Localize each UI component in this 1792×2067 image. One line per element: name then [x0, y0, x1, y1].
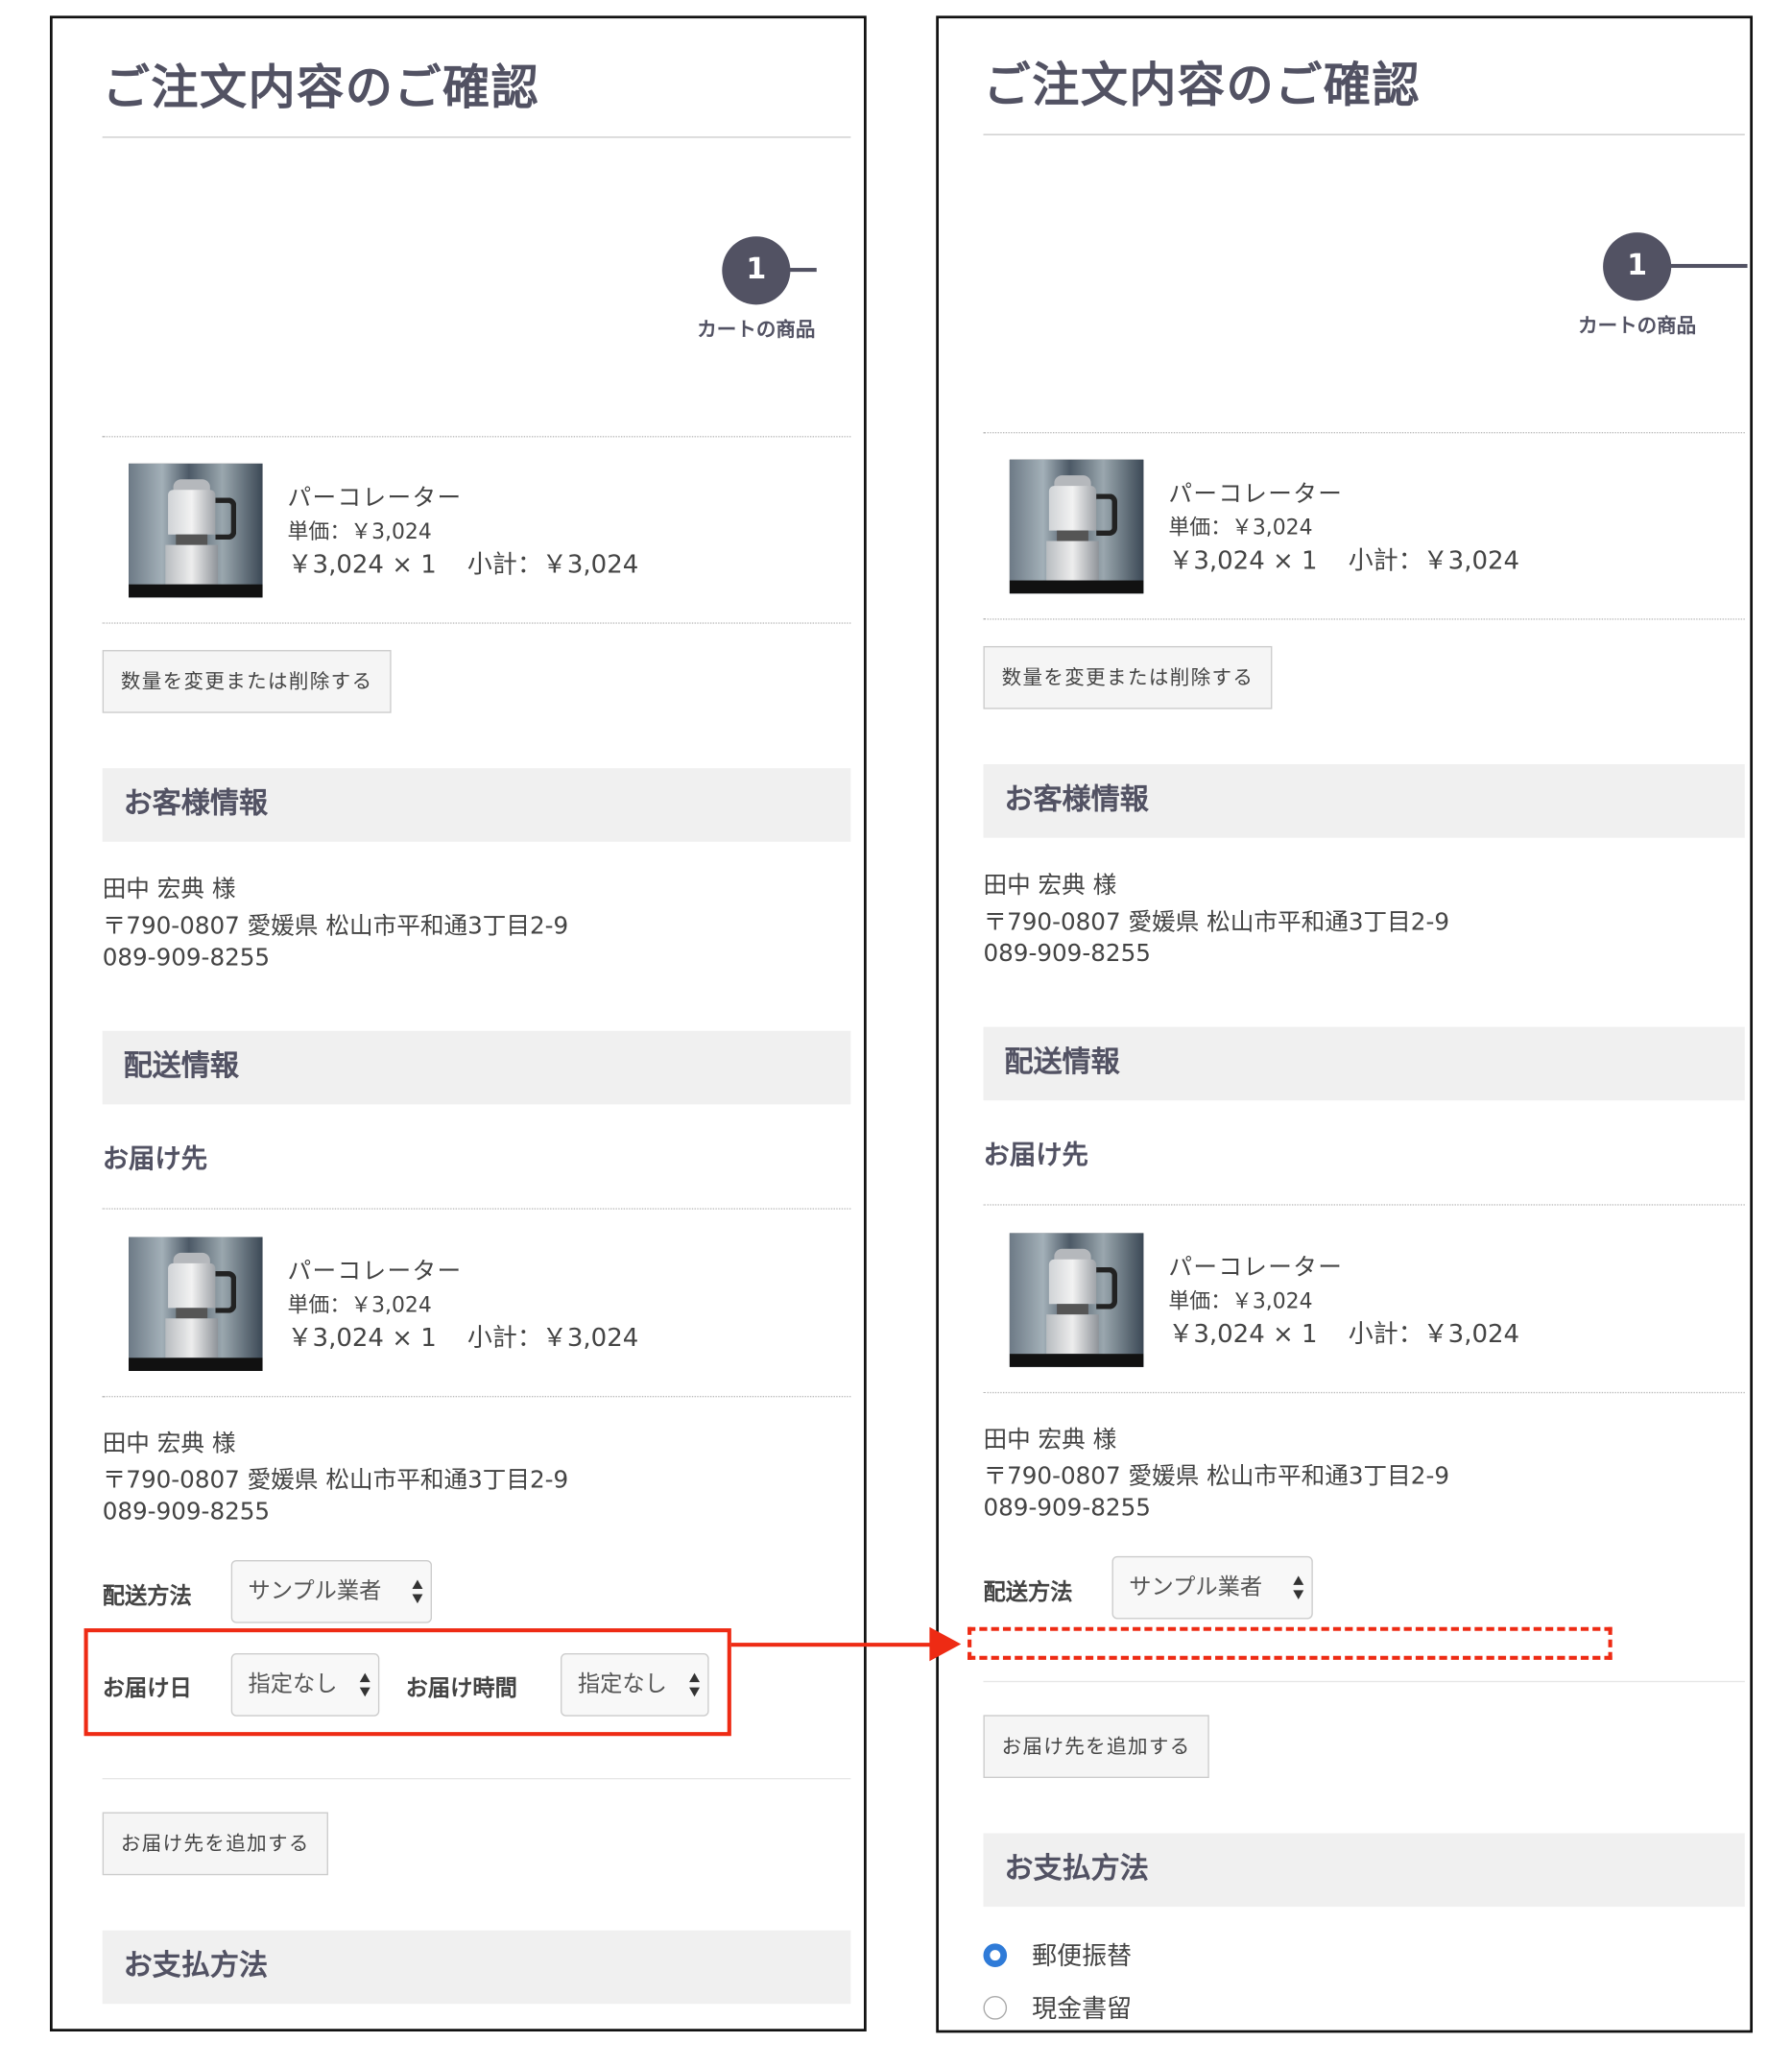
- destination-heading: お届け先: [983, 1138, 1088, 1170]
- delivery-method-label: 配送方法: [983, 1579, 1073, 1606]
- section-title: お客様情報: [123, 787, 269, 821]
- customer-name: 田中 宏典 様: [102, 876, 236, 904]
- delivery-method-select[interactable]: サンプル業者: [230, 1559, 433, 1623]
- payment-option-radio[interactable]: [983, 1996, 1008, 2020]
- divider: [983, 1204, 1745, 1206]
- product-image: [129, 463, 263, 598]
- title-divider: [102, 136, 851, 138]
- shipping-item: パーコレーター 単価：￥3,024 ￥3,024 × 1 小計：￥3,024: [129, 1237, 838, 1371]
- step-number: 1: [722, 236, 791, 305]
- select-arrows-icon: [412, 1579, 423, 1604]
- shipping-info-header: 配送情報: [102, 1030, 851, 1105]
- payment-option-label[interactable]: 郵便振替: [1032, 1937, 1132, 1973]
- payment-option-radio[interactable]: [983, 1943, 1008, 1967]
- customer-phone: 089-909-8255: [102, 944, 271, 973]
- step-label: カートの商品: [697, 318, 816, 342]
- price-times-qty: ￥3,024 × 1: [1168, 546, 1318, 576]
- step-connector: [1665, 263, 1748, 269]
- product-name: パーコレーター: [287, 484, 463, 513]
- subtotal: 小計：￥3,024: [1348, 1319, 1520, 1349]
- product-image: [129, 1237, 263, 1371]
- recipient-phone: 089-909-8255: [102, 1498, 271, 1526]
- product-name: パーコレーター: [1168, 1254, 1344, 1282]
- shipping-item: パーコレーター 単価：￥3,024 ￥3,024 × 1 小計：￥3,024: [1009, 1233, 1719, 1367]
- recipient-name: 田中 宏典 様: [102, 1430, 236, 1458]
- customer-name: 田中 宏典 様: [983, 872, 1117, 900]
- payment-header: お支払方法: [983, 1833, 1745, 1908]
- payment-header: お支払方法: [102, 1930, 851, 2005]
- price-quantity: ￥3,024 × 1 小計：￥3,024: [1168, 541, 1519, 577]
- divider: [102, 1778, 851, 1780]
- unit-price: 単価：￥3,024: [1168, 1287, 1313, 1313]
- price-times-qty: ￥3,024 × 1: [1168, 1319, 1318, 1349]
- add-destination-button[interactable]: お届け先を追加する: [102, 1812, 328, 1876]
- page-title: ご注文内容のご確認: [102, 61, 540, 116]
- price-quantity: ￥3,024 × 1 小計：￥3,024: [287, 545, 639, 581]
- recipient-name: 田中 宏典 様: [983, 1426, 1117, 1454]
- arrow-line: [730, 1643, 937, 1647]
- step-number: 1: [1603, 232, 1672, 301]
- section-title: 配送情報: [123, 1050, 239, 1084]
- customer-address: 〒790-0807 愛媛県 松山市平和通3丁目2-9: [102, 912, 569, 941]
- subtotal: 小計：￥3,024: [466, 1323, 639, 1353]
- shipping-info-header: 配送情報: [983, 1026, 1745, 1101]
- product-name: パーコレーター: [1168, 480, 1344, 509]
- after-panel: ご注文内容のご確認 1 カートの商品 パーコレーター 単価：￥3,024 ￥3,…: [936, 15, 1754, 2033]
- cart-item: パーコレーター 単価：￥3,024 ￥3,024 × 1 小計：￥3,024: [1009, 459, 1719, 594]
- divider: [102, 1395, 851, 1398]
- section-title: お客様情報: [1004, 783, 1149, 817]
- customer-info-header: お客様情報: [983, 764, 1745, 838]
- section-title: 配送情報: [1004, 1046, 1120, 1080]
- delivery-method-select[interactable]: サンプル業者: [1111, 1555, 1313, 1620]
- change-quantity-button[interactable]: 数量を変更または削除する: [102, 650, 392, 713]
- section-title: お支払方法: [123, 1950, 269, 1983]
- section-title: お支払方法: [1004, 1852, 1149, 1887]
- page-title: ご注文内容のご確認: [983, 59, 1421, 113]
- divider: [983, 432, 1745, 434]
- price-times-qty: ￥3,024 × 1: [287, 550, 437, 580]
- step-label: カートの商品: [1578, 313, 1697, 338]
- recipient-phone: 089-909-8255: [983, 1494, 1151, 1523]
- change-quantity-button[interactable]: 数量を変更または削除する: [983, 645, 1273, 709]
- divider: [102, 1208, 851, 1210]
- subtotal: 小計：￥3,024: [466, 550, 639, 580]
- unit-price: 単価：￥3,024: [287, 1291, 432, 1317]
- divider: [983, 1680, 1745, 1683]
- comparison-stage: ご注文内容のご確認 1 カートの商品 パーコレーター 単価：￥3,024 ￥3,…: [0, 0, 1792, 2053]
- product-name: パーコレーター: [287, 1258, 463, 1286]
- title-divider: [983, 133, 1745, 135]
- selected-value: サンプル業者: [248, 1578, 382, 1605]
- customer-phone: 089-909-8255: [983, 940, 1151, 969]
- removed-area-dashed-box: [968, 1626, 1613, 1660]
- unit-price: 単価：￥3,024: [1168, 515, 1313, 541]
- payment-option-label[interactable]: 現金書留: [1032, 1989, 1132, 2025]
- divider: [983, 618, 1745, 620]
- delivery-method-label: 配送方法: [102, 1583, 192, 1610]
- divider: [102, 622, 851, 624]
- add-destination-button[interactable]: お届け先を追加する: [983, 1715, 1209, 1779]
- product-image: [1009, 459, 1144, 594]
- price-quantity: ￥3,024 × 1 小計：￥3,024: [1168, 1314, 1519, 1350]
- price-times-qty: ￥3,024 × 1: [287, 1323, 437, 1353]
- divider: [102, 436, 851, 438]
- unit-price: 単価：￥3,024: [287, 518, 432, 544]
- customer-info-header: お客様情報: [102, 768, 851, 842]
- selected-value: サンプル業者: [1129, 1574, 1263, 1601]
- customer-address: 〒790-0807 愛媛県 松山市平和通3丁目2-9: [983, 908, 1450, 937]
- recipient-address: 〒790-0807 愛媛県 松山市平和通3丁目2-9: [983, 1462, 1450, 1491]
- highlight-box: [84, 1628, 731, 1737]
- destination-heading: お届け先: [102, 1142, 208, 1174]
- cart-item: パーコレーター 単価：￥3,024 ￥3,024 × 1 小計：￥3,024: [129, 463, 838, 598]
- arrow-right-icon: [929, 1626, 962, 1662]
- price-quantity: ￥3,024 × 1 小計：￥3,024: [287, 1318, 639, 1354]
- step-connector: [784, 268, 817, 273]
- subtotal: 小計：￥3,024: [1348, 546, 1520, 576]
- divider: [983, 1391, 1745, 1394]
- recipient-address: 〒790-0807 愛媛県 松山市平和通3丁目2-9: [102, 1466, 569, 1495]
- product-image: [1009, 1233, 1144, 1367]
- select-arrows-icon: [1293, 1575, 1304, 1599]
